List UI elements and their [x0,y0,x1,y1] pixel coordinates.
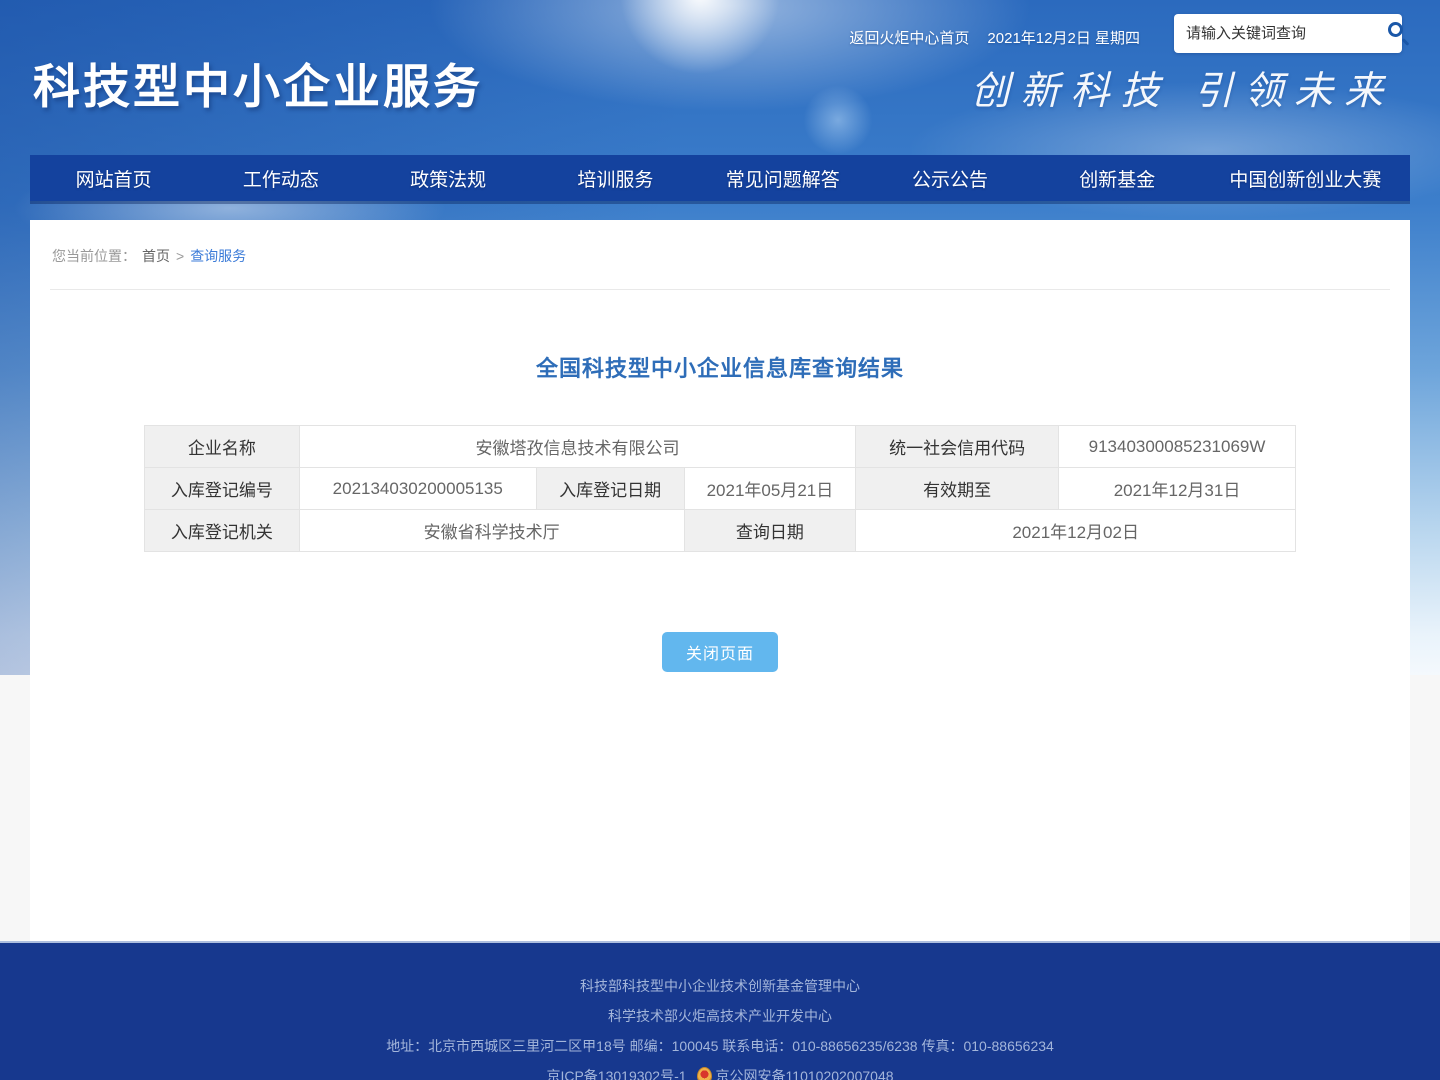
page-title: 全国科技型中小企业信息库查询结果 [30,351,1410,383]
search-icon [1388,22,1403,37]
torch-home-link[interactable]: 返回火炬中心首页 [849,27,969,48]
site-slogan: 创新科技 引领未来 [971,60,1394,116]
cell-company-name-value: 安徽塔孜信息技术有限公司 [299,426,856,468]
search-button[interactable] [1385,19,1394,49]
police-filing-link[interactable]: 京公网安备11010202007048 [716,1068,894,1080]
cell-valid-until-label: 有效期至 [856,468,1059,510]
close-page-button[interactable]: 关闭页面 [662,632,778,672]
cell-registration-date-value: 2021年05月21日 [684,468,856,510]
breadcrumb: 您当前位置： 首页 > 查询服务 [50,220,1390,290]
content-card: 您当前位置： 首页 > 查询服务 全国科技型中小企业信息库查询结果 企业名称 安徽塔孜… [30,220,1410,941]
footer-line-contact: 地址：北京市西城区三里河二区甲18号 邮编：100045 联系电话：010-88… [0,1031,1440,1061]
nav-item-home[interactable]: 网站首页 [30,155,197,201]
nav-item-innovation-competition[interactable]: 中国创新创业大赛 [1201,155,1410,201]
site-logo: 科技型中小企业服务 [33,48,483,117]
search-input[interactable] [1186,25,1385,42]
nav-item-policies[interactable]: 政策法规 [365,155,532,201]
nav-item-work-news[interactable]: 工作动态 [197,155,364,201]
footer-line-org2: 科学技术部火炬高技术产业开发中心 [0,1001,1440,1031]
breadcrumb-home-link[interactable]: 首页 [142,248,170,264]
nav-item-training[interactable]: 培训服务 [532,155,699,201]
date-text: 2021年12月2日 星期四 [987,27,1140,48]
search-box [1174,14,1402,53]
main-nav: 网站首页 工作动态 政策法规 培训服务 常见问题解答 公示公告 创新基金 中国创… [30,155,1410,201]
breadcrumb-prefix: 您当前位置： [52,248,136,264]
icp-link[interactable]: 京ICP备13019302号-1 [546,1068,686,1080]
cell-query-date-label: 查询日期 [684,510,856,552]
topbar: 返回火炬中心首页 2021年12月2日 星期四 [849,27,1140,48]
footer-line-org1: 科技部科技型中小企业技术创新基金管理中心 [0,971,1440,1001]
cell-credit-code-label: 统一社会信用代码 [856,426,1059,468]
cell-registration-no-label: 入库登记编号 [145,468,300,510]
site-footer: 科技部科技型中小企业技术创新基金管理中心 科学技术部火炬高技术产业开发中心 地址… [0,941,1440,1080]
breadcrumb-current-link[interactable]: 查询服务 [190,248,246,264]
breadcrumb-separator: > [176,248,184,264]
nav-item-innovation-fund[interactable]: 创新基金 [1034,155,1201,201]
cell-registration-authority-value: 安徽省科学技术厅 [299,510,684,552]
cell-query-date-value: 2021年12月02日 [856,510,1296,552]
nav-item-announcements[interactable]: 公示公告 [866,155,1033,201]
police-badge-icon [697,1067,712,1080]
cell-company-name-label: 企业名称 [145,426,300,468]
footer-line-icp: 京ICP备13019302号-1 京公网安备11010202007048 [0,1061,1440,1080]
nav-item-faq[interactable]: 常见问题解答 [699,155,866,201]
cell-credit-code-value: 91340300085231069W [1059,426,1296,468]
table-row: 企业名称 安徽塔孜信息技术有限公司 统一社会信用代码 9134030008523… [145,426,1296,468]
cell-valid-until-value: 2021年12月31日 [1059,468,1296,510]
table-row: 入库登记编号 202134030200005135 入库登记日期 2021年05… [145,468,1296,510]
table-row: 入库登记机关 安徽省科学技术厅 查询日期 2021年12月02日 [145,510,1296,552]
cell-registration-no-value: 202134030200005135 [299,468,536,510]
cell-registration-date-label: 入库登记日期 [536,468,684,510]
query-result-table: 企业名称 安徽塔孜信息技术有限公司 统一社会信用代码 9134030008523… [144,425,1296,552]
cell-registration-authority-label: 入库登记机关 [145,510,300,552]
